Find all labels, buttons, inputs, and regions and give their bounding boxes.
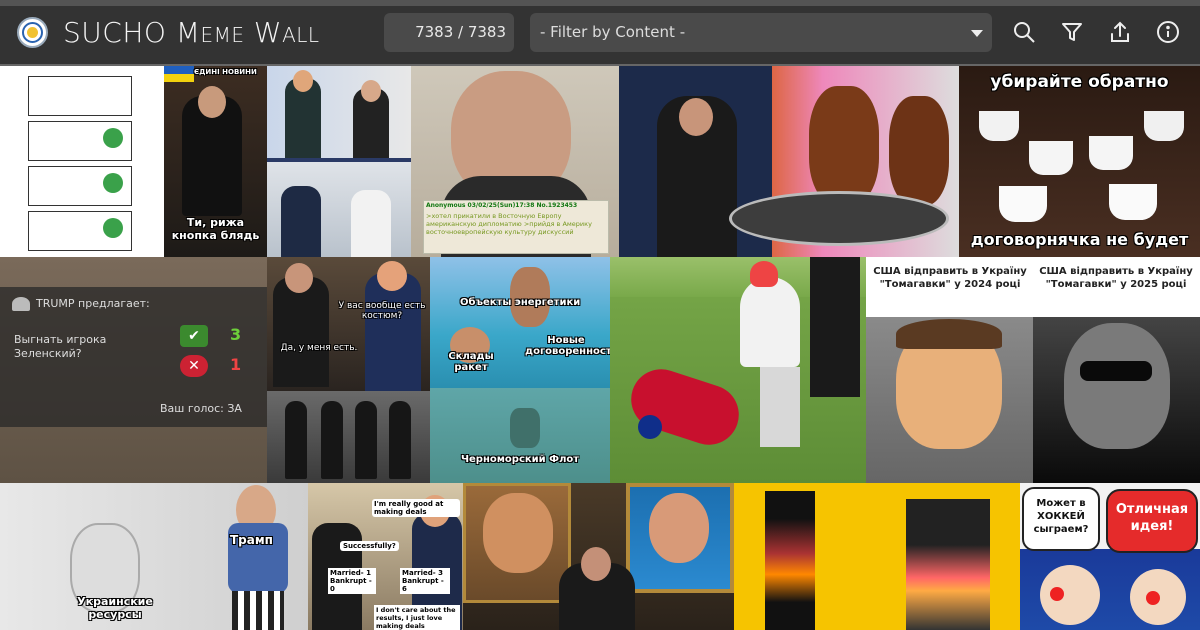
vote-no-count: 1: [230, 355, 242, 374]
meme-tile-comic[interactable]: [0, 66, 164, 257]
meme-tile-golf-hockey[interactable]: [610, 257, 866, 483]
news-badge: ЄДИНІ НОВИНИ: [194, 68, 257, 76]
meme-tile-pool[interactable]: Объекты энергетики Новые договоренности …: [430, 257, 610, 388]
meme-tile-dancers[interactable]: [267, 391, 430, 483]
info-icon[interactable]: [1156, 20, 1180, 44]
upload-icon[interactable]: [1108, 20, 1132, 44]
sucho-logo: [17, 17, 48, 48]
meme-caption: Ти, рижа кнопка блядь: [171, 216, 260, 242]
meme-caption-question: У вас вообще есть костюм?: [338, 301, 426, 321]
meme-caption-right: США відправить в Україну "Томагавки" у 2…: [1039, 266, 1193, 290]
meme-tile-black-sea-fleet[interactable]: Черноморский Флот: [430, 388, 610, 483]
meme-counter: 7383 / 7383: [384, 13, 514, 52]
meme-caption-bottom: договорнячка не будет: [970, 230, 1189, 249]
meme-tile-resources[interactable]: Трамп Украинские ресурсы: [0, 483, 308, 630]
meme-caption-answer: Да, у меня есть.: [280, 343, 358, 353]
top-bar: SUCHO Meme Wall 7383 / 7383 - Filter by …: [0, 0, 1200, 66]
meme-label-b: Новые договоренности: [525, 335, 610, 357]
meme-tile-tomahawks[interactable]: США відправить в Україну "Томагавки" у 2…: [866, 257, 1200, 483]
meme-label-resources: Украинские ресурсы: [77, 595, 153, 621]
vote-yes-count: 3: [230, 325, 242, 344]
chevron-down-icon: [971, 30, 983, 37]
post-body: >хотел прикатили в Восточную Европу амер…: [426, 212, 592, 236]
meme-caption-left: США відправить в Україну "Томагавки" у 2…: [873, 266, 1027, 290]
app-title: SUCHO Meme Wall: [63, 16, 320, 49]
meme-caption-top: убирайте обратно: [990, 72, 1169, 92]
meme-caption: Черноморский Флот: [460, 454, 580, 465]
meme-tile-drone-fire[interactable]: [734, 483, 1020, 630]
speech-bubble-3: Married- 1 Bankrupt - 0: [328, 568, 376, 594]
speech-bubble-1: I'm really good at making deals: [372, 499, 460, 517]
meme-tile-anon-post[interactable]: Anonymous 03/02/25(Sun)17:38 No.1923453 …: [411, 66, 619, 257]
meme-tile-zelensky-chair[interactable]: ЄДИНІ НОВИНИ Ти, рижа кнопка блядь: [164, 66, 267, 257]
speech-bubble-answer: Отличная идея!: [1106, 489, 1198, 553]
meme-label-a: Объекты энергетики: [460, 297, 581, 308]
vote-title: TRUMP предлагает:: [36, 297, 150, 310]
meme-tile-suit[interactable]: У вас вообще есть костюм? Да, у меня ест…: [267, 257, 430, 391]
filter-icon[interactable]: [1060, 20, 1084, 44]
meme-tile-hockey[interactable]: Может в ХОККЕЙ сыграем? Отличная идея!: [1020, 483, 1200, 630]
content-filter-select[interactable]: - Filter by Content -: [530, 13, 992, 52]
speech-bubble-4: Married- 3 Bankrupt - 6: [400, 568, 450, 594]
meme-tile-vote-kick[interactable]: TRUMP предлагает: Выгнать игрока Зеленск…: [0, 257, 267, 483]
meme-label-trump: Трамп: [230, 533, 273, 547]
content-filter-value: - Filter by Content -: [540, 23, 686, 41]
search-icon[interactable]: [1012, 20, 1036, 44]
speech-bubble-2: Successfully?: [340, 541, 399, 551]
post-header: Anonymous 03/02/25(Sun)17:38 No.1923453: [426, 202, 578, 209]
meme-tile-portraits[interactable]: [463, 483, 734, 630]
meme-tile-deals[interactable]: I'm really good at making deals Successf…: [308, 483, 463, 630]
speech-bubble-5: I don't care about the results, I just l…: [374, 605, 460, 630]
meme-tile-orangutans[interactable]: [619, 66, 959, 257]
vote-question: Выгнать игрока Зеленский?: [14, 333, 107, 360]
meme-tile-teacups[interactable]: убирайте обратно договорнячка не будет: [959, 66, 1200, 257]
vote-status: Ваш голос: ЗА: [160, 402, 242, 415]
meme-label-c: Склады ракет: [448, 351, 494, 373]
speech-bubble-question: Может в ХОККЕЙ сыграем?: [1022, 487, 1100, 551]
meme-tile-meeting[interactable]: [267, 66, 411, 257]
